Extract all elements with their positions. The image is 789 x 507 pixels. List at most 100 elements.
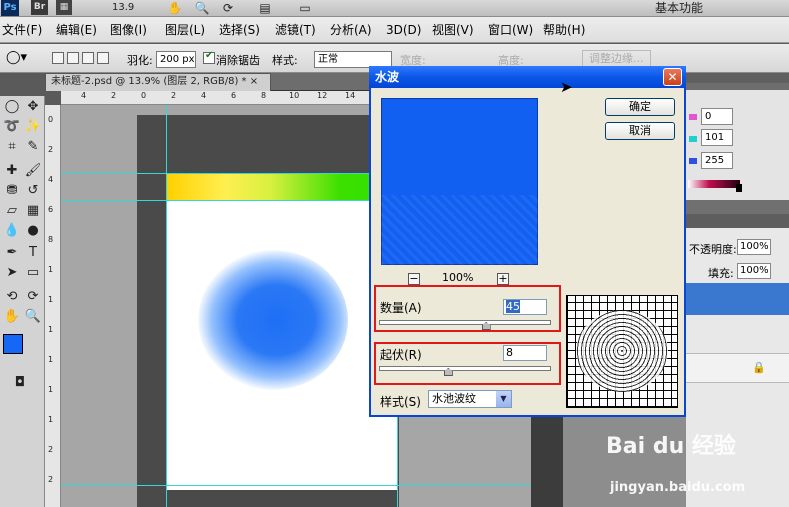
dodge-tool-icon[interactable]: ● (23, 222, 43, 240)
menu-help[interactable]: 帮助(H) (543, 21, 585, 39)
foreground-color-swatch[interactable] (3, 334, 23, 354)
color-ramp-black[interactable] (736, 184, 742, 192)
healing-brush-icon[interactable]: ✚ (2, 162, 22, 180)
gradient-tool-icon[interactable]: ▦ (23, 202, 43, 220)
zoom-level[interactable]: 13.9 (112, 1, 134, 15)
clone-stamp-icon[interactable]: ⛃ (2, 182, 22, 200)
vertical-ruler: 0 2 4 6 8 1 1 1 1 1 1 2 2 (45, 105, 61, 507)
ruler-tick: 1 (48, 415, 54, 424)
3d-rotate-icon[interactable]: ⟲ (2, 288, 22, 306)
blue-value-input[interactable]: 255 (701, 152, 733, 169)
zoom-out-button[interactable]: − (408, 273, 420, 285)
path-select-icon[interactable]: ➤ (2, 264, 22, 282)
layer-row[interactable]: 🔒 (686, 353, 789, 383)
menu-bar: 文件(F) 编辑(E) 图像(I) 图层(L) 选择(S) 滤镜(T) 分析(A… (0, 17, 789, 43)
elliptical-marquee-icon[interactable]: ◯▾ (6, 50, 27, 65)
zoom-tool-icon[interactable]: 🔍 (192, 1, 212, 15)
ruler-tick: 2 (48, 445, 54, 454)
ridges-slider-track[interactable] (379, 366, 551, 371)
fill-input[interactable]: 100% (737, 263, 771, 279)
feather-label: 羽化: (127, 54, 153, 67)
zoom-tool-icon[interactable]: 🔍 (23, 308, 43, 326)
eraser-icon[interactable]: ▱ (2, 202, 22, 220)
gradient-layer (167, 173, 397, 200)
panel-dock-header (686, 73, 789, 83)
menu-view[interactable]: 视图(V) (432, 21, 474, 39)
amount-slider-track[interactable] (379, 320, 551, 325)
ruler-tick: 8 (261, 91, 267, 100)
ruler-tick: 2 (48, 475, 54, 484)
antialias-checkbox[interactable]: ✔ (203, 50, 215, 64)
new-selection-icon[interactable] (52, 52, 64, 64)
zoom-in-button[interactable]: + (497, 273, 509, 285)
ruler-tick: 10 (289, 91, 300, 100)
blur-tool-icon[interactable]: 💧 (2, 222, 22, 240)
ruler-tick: 6 (48, 205, 54, 214)
amount-label: 数量(A) (380, 301, 422, 315)
ruler-tick: 2 (111, 91, 117, 100)
ruler-tick: 2 (48, 145, 54, 154)
color-ramp[interactable] (688, 180, 740, 188)
opacity-input[interactable]: 100% (737, 239, 771, 255)
type-tool-icon[interactable]: T (23, 244, 43, 262)
view-extras-button[interactable]: ▦ (56, 0, 72, 15)
shape-tool-icon[interactable]: ▭ (23, 264, 43, 282)
baidu-watermark: Bai du 经验 (606, 434, 736, 459)
ruler-tick: 4 (201, 91, 207, 100)
chevron-down-icon[interactable]: ▼ (496, 391, 511, 407)
green-value-input[interactable]: 101 (701, 129, 733, 146)
menu-edit[interactable]: 编辑(E) (56, 21, 97, 39)
antialias-label: 消除锯齿 (216, 54, 260, 67)
close-button[interactable]: ✕ (663, 68, 682, 86)
subtract-selection-icon[interactable] (82, 52, 94, 64)
style-label: 样式(S) (380, 395, 421, 409)
fill-label: 填充: (708, 267, 734, 280)
dialog-title: 水波 (369, 66, 686, 88)
quick-mask-icon[interactable]: ◘ (10, 374, 30, 392)
add-selection-icon[interactable] (67, 52, 79, 64)
marquee-tool-icon[interactable]: ◯ (2, 98, 22, 116)
red-value-input[interactable]: 0 (701, 108, 733, 125)
rotate-view-icon[interactable]: ⟳ (218, 1, 238, 15)
ridges-input[interactable]: 8 (503, 345, 547, 361)
brush-tool-icon[interactable]: 🖌 (23, 162, 43, 180)
screen-mode-icon[interactable]: ▭ (295, 1, 315, 15)
bridge-button[interactable]: Br (31, 0, 48, 15)
ruler-tick: 6 (231, 91, 237, 100)
intersect-selection-icon[interactable] (97, 52, 109, 64)
mouse-cursor-icon: ➤ (560, 78, 573, 96)
menu-select[interactable]: 选择(S) (219, 21, 260, 39)
menu-analysis[interactable]: 分析(A) (330, 21, 372, 39)
menu-file[interactable]: 文件(F) (2, 21, 42, 39)
feather-input[interactable]: 200 px (156, 51, 196, 68)
ruler-tick: 1 (48, 295, 54, 304)
red-channel-swatch (689, 114, 697, 120)
lasso-tool-icon[interactable]: ➰ (2, 118, 22, 136)
ok-button[interactable]: 确定 (605, 98, 675, 116)
menu-layer[interactable]: 图层(L) (165, 21, 205, 39)
arrange-documents-icon[interactable]: ▤ (255, 1, 275, 15)
magic-wand-icon[interactable]: ✨ (23, 118, 43, 136)
amount-input[interactable]: 45 (503, 299, 547, 315)
eyedropper-icon[interactable]: ✎ (23, 138, 43, 156)
ruler-tick: 4 (81, 91, 87, 100)
history-brush-icon[interactable]: ↺ (23, 182, 43, 200)
cancel-button[interactable]: 取消 (605, 122, 675, 140)
hand-tool-icon[interactable]: ✋ (165, 1, 185, 15)
pen-tool-icon[interactable]: ✒ (2, 244, 22, 262)
hand-tool-icon[interactable]: ✋ (2, 308, 22, 326)
refine-edge-button[interactable]: 调整边缘... (582, 50, 651, 67)
workspace-switcher[interactable]: 基本功能 (655, 0, 773, 16)
ruler-tick: 14 (345, 91, 356, 100)
menu-image[interactable]: 图像(I) (110, 21, 147, 39)
menu-window[interactable]: 窗口(W) (488, 21, 533, 39)
selected-layer-row[interactable] (686, 283, 789, 315)
move-tool-icon[interactable]: ✥ (23, 98, 43, 116)
crop-tool-icon[interactable]: ⌗ (2, 138, 22, 156)
ruler-tick: 1 (48, 265, 54, 274)
menu-3d[interactable]: 3D(D) (386, 21, 421, 39)
3d-orbit-icon[interactable]: ⟳ (23, 288, 43, 306)
document-tab[interactable]: 未标题-2.psd @ 13.9% (图层 2, RGB/8) * × (45, 73, 271, 91)
menu-filter[interactable]: 滤镜(T) (275, 21, 316, 39)
amount-value: 45 (506, 300, 520, 313)
